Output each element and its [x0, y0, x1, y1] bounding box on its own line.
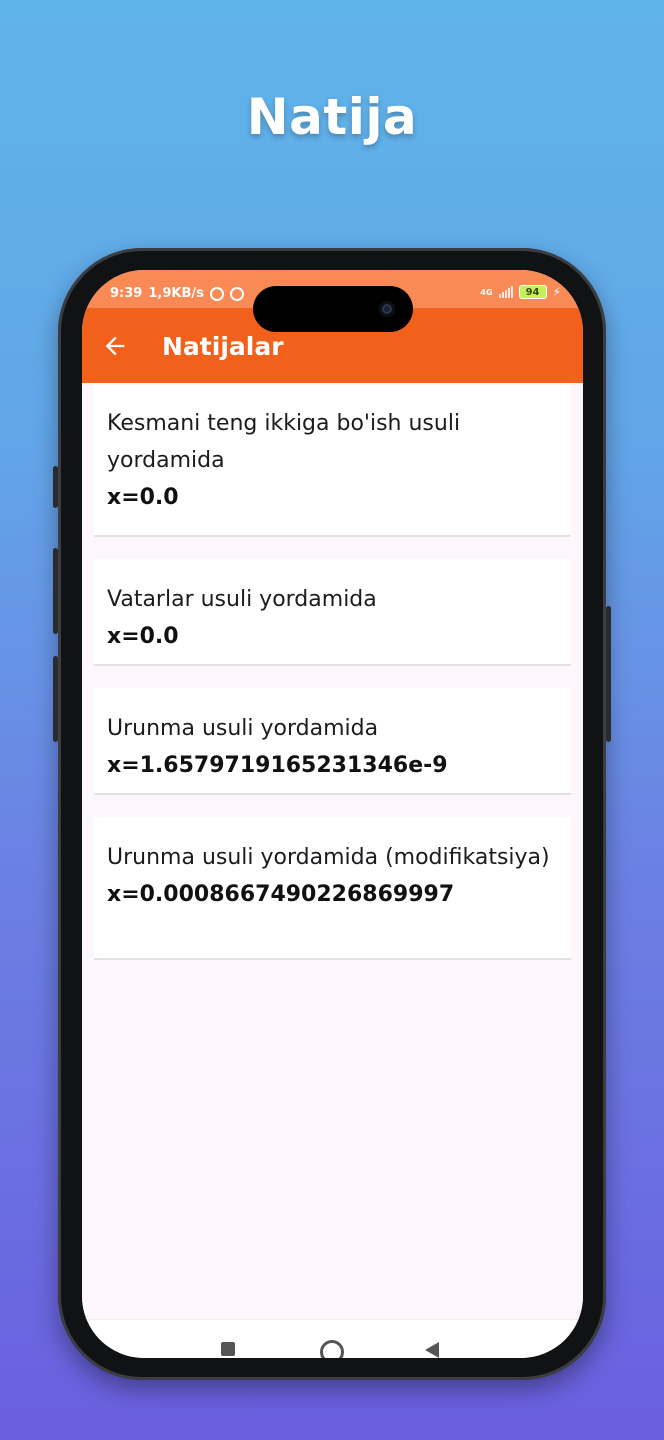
result-card-newton-modified: Urunma usuli yordamida (modifikatsiya) x…: [94, 817, 571, 960]
status-time: 9:39: [110, 286, 143, 301]
sync-icon: [229, 286, 244, 301]
promo-title: Natija: [246, 88, 418, 146]
status-right: 4G 94 ⚡: [480, 285, 561, 299]
result-value: x=0.0008667490226869997: [107, 882, 455, 907]
battery-icon: 94: [518, 285, 547, 299]
result-card-bisection: Kesmani teng ikkiga bo'ish usuli yordami…: [94, 383, 571, 537]
result-method-label: Vatarlar usuli yordamida: [107, 587, 377, 612]
dynamic-island: [253, 286, 413, 332]
result-card-newton: Urunma usuli yordamida x=1.6579719165231…: [94, 688, 571, 795]
result-card-secant: Vatarlar usuli yordamida x=0.0: [94, 559, 571, 666]
result-value: x=0.0: [107, 624, 179, 649]
status-speed: 1,9KB/s: [148, 286, 204, 301]
phone-screen: 9:39 1,9KB/s 4G 94 ⚡ Natijalar Kesmani t…: [82, 270, 583, 1358]
system-nav-bar: [82, 1319, 583, 1358]
phone-side-button: [53, 656, 58, 742]
home-button[interactable]: [320, 1340, 344, 1358]
status-left: 9:39 1,9KB/s: [110, 286, 244, 301]
page-title: Natijalar: [162, 332, 284, 361]
phone-side-button: [606, 606, 611, 742]
result-method-label: Urunma usuli yordamida (modifikatsiya): [107, 845, 550, 870]
arrow-left-icon[interactable]: [101, 332, 129, 360]
charging-icon: ⚡: [552, 285, 561, 299]
result-value: x=1.6579719165231346e-9: [107, 753, 448, 778]
front-camera-icon: [379, 301, 395, 317]
phone-side-button: [53, 548, 58, 634]
result-method-label: Kesmani teng ikkiga bo'ish usuli yordami…: [107, 411, 461, 473]
battery-level: 94: [525, 286, 540, 298]
result-value: x=0.0: [107, 485, 179, 510]
alarm-icon: [209, 286, 224, 301]
network-type: 4G: [480, 287, 493, 297]
results-list: Kesmani teng ikkiga bo'ish usuli yordami…: [82, 383, 583, 1319]
back-nav-button[interactable]: [425, 1342, 439, 1358]
phone-side-button: [53, 466, 58, 508]
signal-icon: [498, 286, 513, 298]
recents-button[interactable]: [221, 1342, 235, 1356]
result-method-label: Urunma usuli yordamida: [107, 716, 379, 741]
